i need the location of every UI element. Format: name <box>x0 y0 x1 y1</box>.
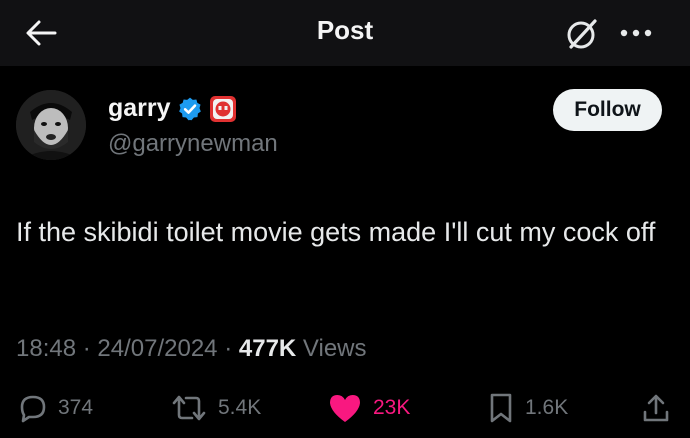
follow-button[interactable]: Follow <box>553 89 662 131</box>
meta-separator: · <box>224 335 233 362</box>
more-options-button[interactable] <box>614 14 658 52</box>
avatar[interactable] <box>16 90 86 160</box>
post-time[interactable]: 18:48 <box>16 335 76 362</box>
avatar-image <box>16 90 86 160</box>
bookmark-button[interactable]: 1.6K <box>487 388 568 428</box>
post-meta: 18:48 · 24/07/2024 · 477K Views <box>16 335 367 363</box>
repost-button[interactable]: 5.4K <box>170 388 261 428</box>
post-text: If the skibidi toilet movie gets made I'… <box>16 217 656 247</box>
like-button[interactable]: 23K <box>327 388 410 428</box>
action-bar: 374 5.4K 23K 1.6K <box>0 388 690 428</box>
post-date[interactable]: 24/07/2024 <box>97 335 217 362</box>
bookmark-count: 1.6K <box>525 396 569 419</box>
reply-icon <box>20 395 46 423</box>
share-button[interactable] <box>640 388 682 428</box>
repost-icon <box>172 395 206 421</box>
like-count: 23K <box>373 396 411 419</box>
repost-count: 5.4K <box>218 396 262 419</box>
views-label: Views <box>302 335 367 362</box>
views-count[interactable]: 477K <box>239 335 296 362</box>
verified-badge-icon[interactable] <box>177 96 203 122</box>
grok-icon <box>567 19 597 49</box>
share-icon <box>643 394 669 422</box>
bookmark-icon <box>490 393 512 423</box>
more-horizontal-icon <box>620 29 652 37</box>
meta-separator: · <box>82 335 91 362</box>
facepunch-badge-icon[interactable] <box>209 95 237 123</box>
author-display-name[interactable]: garry <box>108 94 171 123</box>
reply-count: 374 <box>58 396 94 419</box>
heart-filled-icon <box>330 395 360 422</box>
author-name-row: garry <box>108 94 237 123</box>
author-handle[interactable]: @garrynewman <box>108 130 278 158</box>
reply-button[interactable]: 374 <box>16 388 93 428</box>
grok-button[interactable] <box>562 14 602 54</box>
top-bar: Post <box>0 0 690 66</box>
